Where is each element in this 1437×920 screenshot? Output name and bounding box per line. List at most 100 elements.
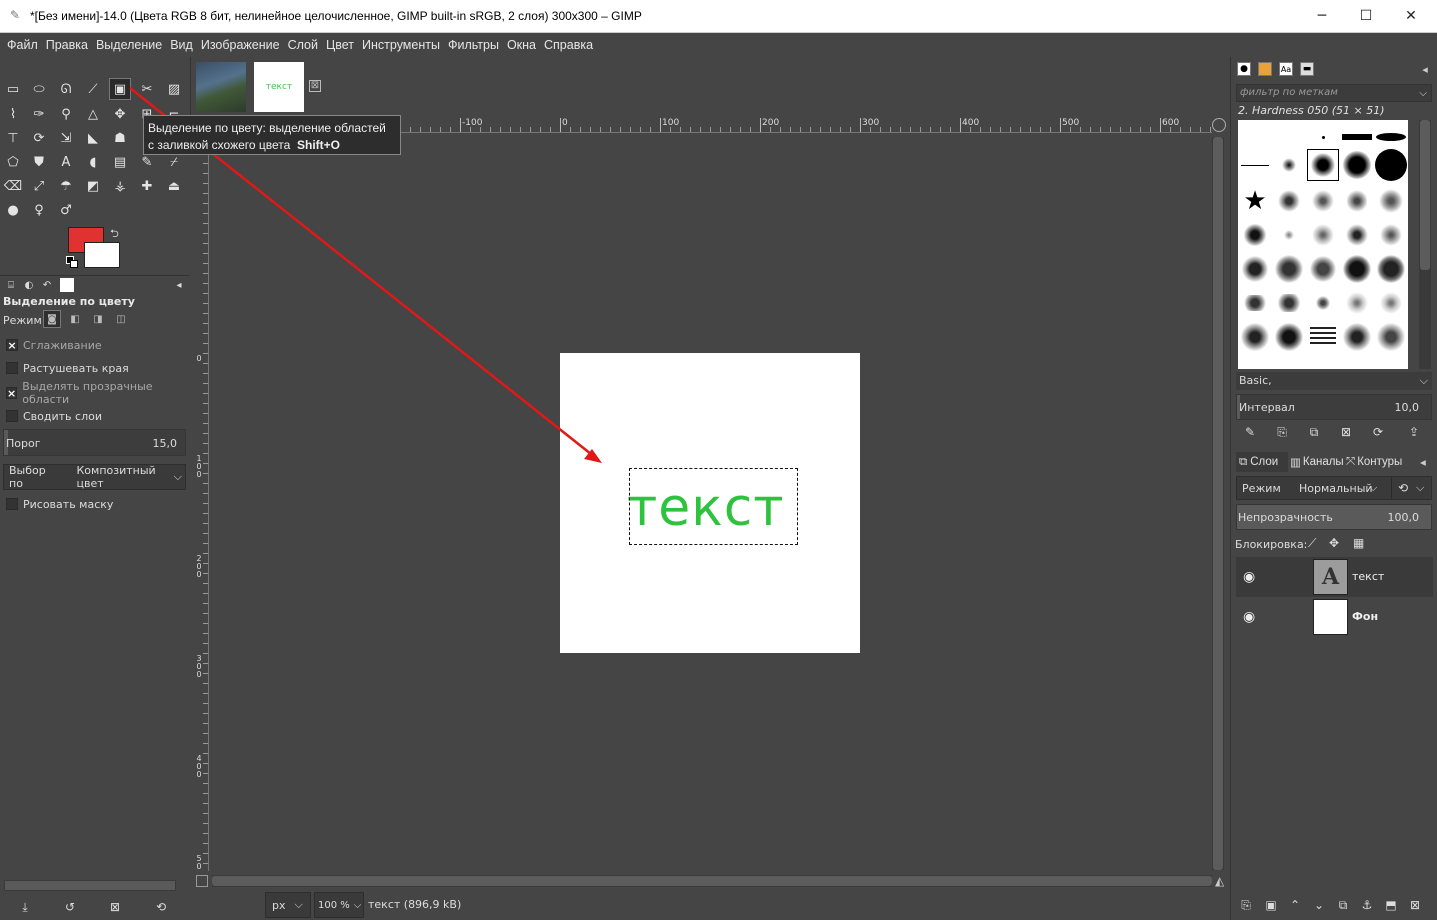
background-color-swatch[interactable] bbox=[84, 242, 120, 268]
eye-icon[interactable]: ◉ bbox=[1243, 609, 1255, 625]
anchor-layer-icon[interactable]: ⚓ bbox=[1359, 897, 1375, 913]
select-transparent-option[interactable]: × Выделять прозрачные области bbox=[6, 380, 190, 406]
menu-colors[interactable]: Цвет bbox=[326, 38, 354, 52]
zoom-icon[interactable]: ⚲ bbox=[55, 103, 77, 125]
delete-brush-icon[interactable]: ⊠ bbox=[1338, 424, 1354, 440]
sample-merged-option[interactable]: Сводить слои bbox=[6, 408, 102, 424]
composite-mode-icon[interactable]: ⟲ bbox=[1398, 481, 1408, 495]
draw-mask-option[interactable]: Рисовать маску bbox=[6, 496, 113, 512]
reset-colors-icon[interactable] bbox=[66, 256, 78, 268]
lock-alpha-icon[interactable]: ▦ bbox=[1353, 536, 1364, 550]
select-by-dropdown[interactable]: Выбор по Композитный цвет ⌵ bbox=[3, 464, 186, 490]
brush-item[interactable] bbox=[1238, 286, 1272, 320]
scissors-select-icon[interactable]: ✂ bbox=[136, 78, 158, 100]
minimize-button[interactable]: ─ bbox=[1299, 0, 1345, 32]
free-select-icon[interactable]: ᘏ bbox=[55, 78, 77, 100]
zoom-dropdown[interactable]: 100 % ⌵ bbox=[314, 892, 364, 918]
menu-filters[interactable]: Фильтры bbox=[448, 38, 499, 52]
mode-intersect-icon[interactable]: ◫ bbox=[112, 310, 130, 328]
opacity-slider[interactable]: Непрозрачность 100,0 bbox=[1236, 504, 1432, 530]
mypaint-brush-icon[interactable]: ◩ bbox=[82, 175, 104, 197]
menu-layer[interactable]: Слой bbox=[288, 38, 318, 52]
brush-item[interactable] bbox=[1374, 252, 1408, 286]
text-tool-icon[interactable]: A bbox=[55, 151, 77, 173]
brush-item[interactable] bbox=[1374, 148, 1408, 182]
scrollbar-thumb[interactable] bbox=[1213, 137, 1223, 870]
rotate-icon[interactable]: ⟳ bbox=[28, 127, 50, 149]
canvas-horizontal-scrollbar[interactable] bbox=[212, 875, 1212, 887]
mode-add-icon[interactable]: ◧ bbox=[66, 310, 84, 328]
tab-channels[interactable]: ▥ Каналы bbox=[1288, 452, 1344, 472]
color-picker-icon[interactable]: ✑ bbox=[28, 103, 50, 125]
toolbox-scrollbar[interactable] bbox=[4, 880, 176, 891]
quick-mask-icon[interactable] bbox=[196, 875, 208, 887]
smudge-icon[interactable]: ♀ bbox=[28, 199, 50, 221]
fill-icon[interactable]: ◖ bbox=[82, 151, 104, 173]
images-tab-icon[interactable] bbox=[60, 278, 74, 292]
brush-set-dropdown[interactable]: Basic, ⌵ bbox=[1236, 372, 1432, 390]
move-icon[interactable]: ✥ bbox=[109, 103, 131, 125]
brush-item[interactable] bbox=[1374, 286, 1408, 320]
eraser-icon[interactable]: ⌫ bbox=[2, 175, 24, 197]
brush-item[interactable] bbox=[1374, 184, 1408, 218]
lower-layer-icon[interactable]: ⌄ bbox=[1311, 897, 1327, 913]
undo-history-tab-icon[interactable]: ↶ bbox=[40, 278, 54, 292]
brush-grid[interactable]: ★ bbox=[1238, 120, 1408, 369]
image-tab-thumbnail-active[interactable]: текст bbox=[254, 62, 304, 112]
edit-brush-icon[interactable]: ✎ bbox=[1242, 424, 1258, 440]
brush-item[interactable] bbox=[1306, 252, 1340, 286]
brush-item[interactable] bbox=[1340, 320, 1374, 354]
patterns-tab-icon[interactable] bbox=[1258, 62, 1272, 76]
brush-item[interactable] bbox=[1340, 286, 1374, 320]
threshold-slider[interactable]: Порог 15,0 bbox=[3, 429, 186, 456]
duplicate-brush-icon[interactable]: ⧉ bbox=[1306, 424, 1322, 440]
menu-tools[interactable]: Инструменты bbox=[362, 38, 440, 52]
brush-item[interactable] bbox=[1272, 320, 1306, 354]
foreground-select-icon[interactable]: ▨ bbox=[163, 78, 185, 100]
brush-item[interactable] bbox=[1272, 184, 1306, 218]
layer-row[interactable]: ◉ A текст bbox=[1236, 557, 1433, 597]
maximize-button[interactable]: ☐ bbox=[1343, 0, 1389, 32]
warp-icon[interactable]: ☗ bbox=[109, 127, 131, 149]
menu-select[interactable]: Выделение bbox=[96, 38, 162, 52]
brush-item[interactable] bbox=[1238, 148, 1272, 182]
layer-mode-dropdown[interactable]: Режим Нормальный ⌵ ⟲ ⌵ bbox=[1236, 476, 1432, 500]
brush-filter-input[interactable]: фильтр по меткам ⌵ bbox=[1236, 84, 1432, 102]
scrollbar-thumb[interactable] bbox=[1420, 120, 1430, 270]
ink-icon[interactable]: ☂ bbox=[55, 175, 77, 197]
device-status-tab-icon[interactable]: ◐ bbox=[22, 278, 36, 292]
brush-item[interactable] bbox=[1306, 218, 1340, 252]
canvas-vertical-scrollbar[interactable] bbox=[1212, 137, 1224, 870]
paths-icon[interactable]: ⌇ bbox=[2, 103, 24, 125]
heal-icon[interactable]: ✚ bbox=[136, 175, 158, 197]
mode-replace-icon[interactable]: ◙ bbox=[43, 310, 61, 328]
delete-options-icon[interactable]: ⊠ bbox=[106, 898, 124, 916]
mode-subtract-icon[interactable]: ◨ bbox=[89, 310, 107, 328]
brush-scrollbar[interactable] bbox=[1419, 120, 1431, 369]
unit-dropdown[interactable]: px ⌵ bbox=[265, 892, 311, 918]
configure-tab-icon[interactable]: ◂ bbox=[172, 278, 186, 292]
menu-image[interactable]: Изображение bbox=[201, 38, 280, 52]
tab-paths[interactable]: ⤧ Контуры bbox=[1344, 452, 1408, 472]
scale-icon[interactable]: ⇲ bbox=[55, 127, 77, 149]
new-layer-icon[interactable]: ⎘ bbox=[1238, 897, 1254, 913]
ellipse-select-icon[interactable]: ⬭ bbox=[28, 78, 50, 100]
delete-layer-icon[interactable]: ⊠ bbox=[1407, 897, 1423, 913]
save-options-icon[interactable]: ⤓ bbox=[16, 898, 34, 916]
bucket-fill-icon[interactable]: ⛊ bbox=[28, 151, 50, 173]
tool-options-tab-icon[interactable]: ⌸ bbox=[4, 278, 18, 292]
brush-item[interactable] bbox=[1340, 218, 1374, 252]
feather-checkbox[interactable] bbox=[6, 362, 18, 374]
scrollbar-thumb[interactable] bbox=[212, 876, 1212, 886]
airbrush-icon[interactable]: ⤢ bbox=[28, 175, 50, 197]
dock-menu-icon[interactable]: ◂ bbox=[1420, 452, 1432, 472]
brush-item[interactable] bbox=[1340, 252, 1374, 286]
document-history-tab-icon[interactable]: ▬ bbox=[1300, 62, 1314, 76]
brush-item[interactable] bbox=[1272, 148, 1306, 182]
lock-pixels-icon[interactable]: ⟋ bbox=[1308, 536, 1316, 551]
tab-layers[interactable]: ⧉ Слои bbox=[1236, 452, 1288, 472]
spacing-slider[interactable]: Интервал 10,0 bbox=[1236, 394, 1432, 420]
brush-item[interactable] bbox=[1272, 286, 1306, 320]
brushes-tab-icon[interactable]: ● bbox=[1237, 62, 1251, 76]
fonts-tab-icon[interactable]: Aa bbox=[1279, 62, 1293, 76]
